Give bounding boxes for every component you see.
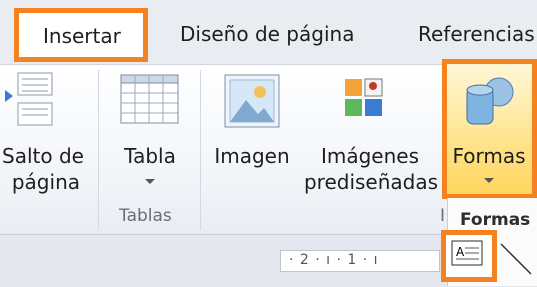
tab-insertar-label: Insertar: [43, 24, 121, 48]
image-icon: [224, 74, 280, 128]
tab-diseno-de-pagina[interactable]: Diseño de página: [180, 22, 354, 46]
group-separator: [98, 70, 99, 230]
tab-referencias[interactable]: Referencias: [418, 22, 535, 46]
table-button[interactable]: [110, 70, 190, 195]
line-shape-icon[interactable]: [497, 240, 537, 280]
page-break-icon: [5, 72, 53, 126]
svg-text:A: A: [456, 245, 465, 259]
ruler-ticks: · 2 · ı · 1 · ı: [289, 252, 379, 268]
shapes-icon: [466, 77, 514, 125]
tab-insertar[interactable]: Insertar: [14, 8, 148, 62]
shapes-panel-title: Formas: [460, 210, 531, 230]
group-label-fragment: I: [440, 206, 446, 226]
textbox-shape-button[interactable]: A: [441, 230, 497, 282]
chevron-down-icon: [484, 178, 494, 183]
table-label: Tabla: [124, 144, 176, 168]
page-break-label-2: página: [11, 170, 80, 194]
shapes-label: Formas: [452, 144, 526, 168]
textbox-icon: A: [451, 240, 483, 266]
group-separator: [200, 70, 201, 230]
image-label: Imagen: [214, 144, 290, 168]
page-break-label-1: Salto de: [2, 144, 84, 168]
horizontal-ruler[interactable]: · 2 · ı · 1 · ı: [280, 250, 440, 272]
clipart-label-2: prediseñadas: [303, 170, 439, 194]
table-icon: [120, 74, 179, 124]
clipart-label-1: Imágenes: [320, 144, 420, 168]
clipart-icon: [345, 78, 383, 116]
group-label-tablas: Tablas: [119, 206, 172, 226]
chevron-down-icon: [145, 179, 155, 184]
